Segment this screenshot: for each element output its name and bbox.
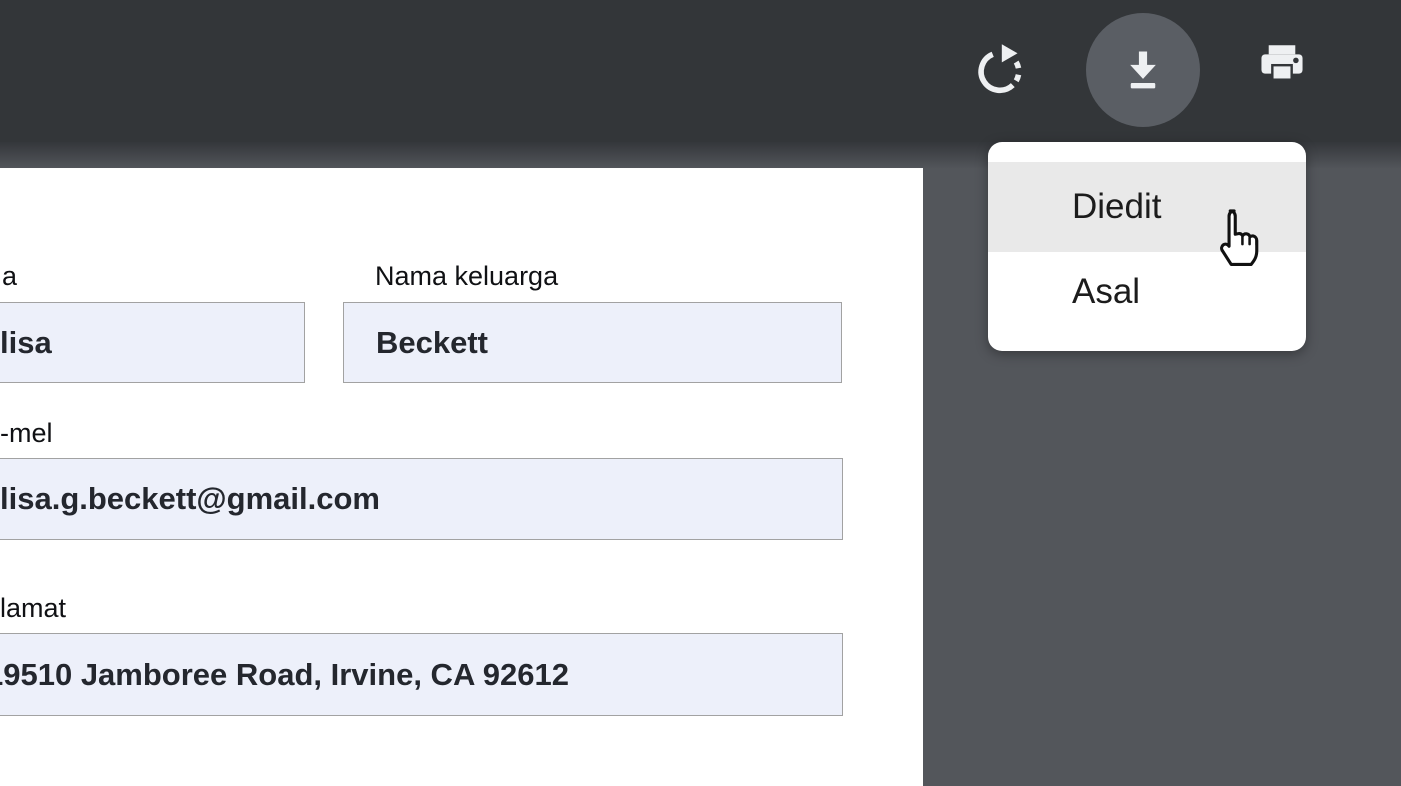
menu-item-diedit[interactable]: Diedit — [988, 162, 1306, 252]
first-name-input[interactable] — [0, 302, 305, 383]
email-label: -mel — [0, 418, 53, 448]
download-icon — [1115, 41, 1171, 100]
menu-item-asal-label: Asal — [1072, 272, 1140, 312]
last-name-label: Nama keluarga — [375, 261, 558, 291]
address-input[interactable] — [0, 633, 843, 716]
menu-item-diedit-label: Diedit — [1072, 187, 1161, 227]
last-name-input[interactable] — [343, 302, 842, 383]
address-label: lamat — [0, 593, 66, 623]
menu-item-asal[interactable]: Asal — [988, 252, 1306, 332]
rotate-button[interactable] — [967, 37, 1033, 103]
print-button[interactable] — [1249, 35, 1315, 101]
download-button[interactable] — [1086, 13, 1200, 127]
print-icon — [1253, 38, 1311, 99]
download-dropdown-menu: Diedit Asal — [988, 142, 1306, 351]
rotate-icon — [971, 40, 1029, 101]
first-name-label: a — [2, 261, 17, 291]
email-input[interactable] — [0, 458, 843, 540]
